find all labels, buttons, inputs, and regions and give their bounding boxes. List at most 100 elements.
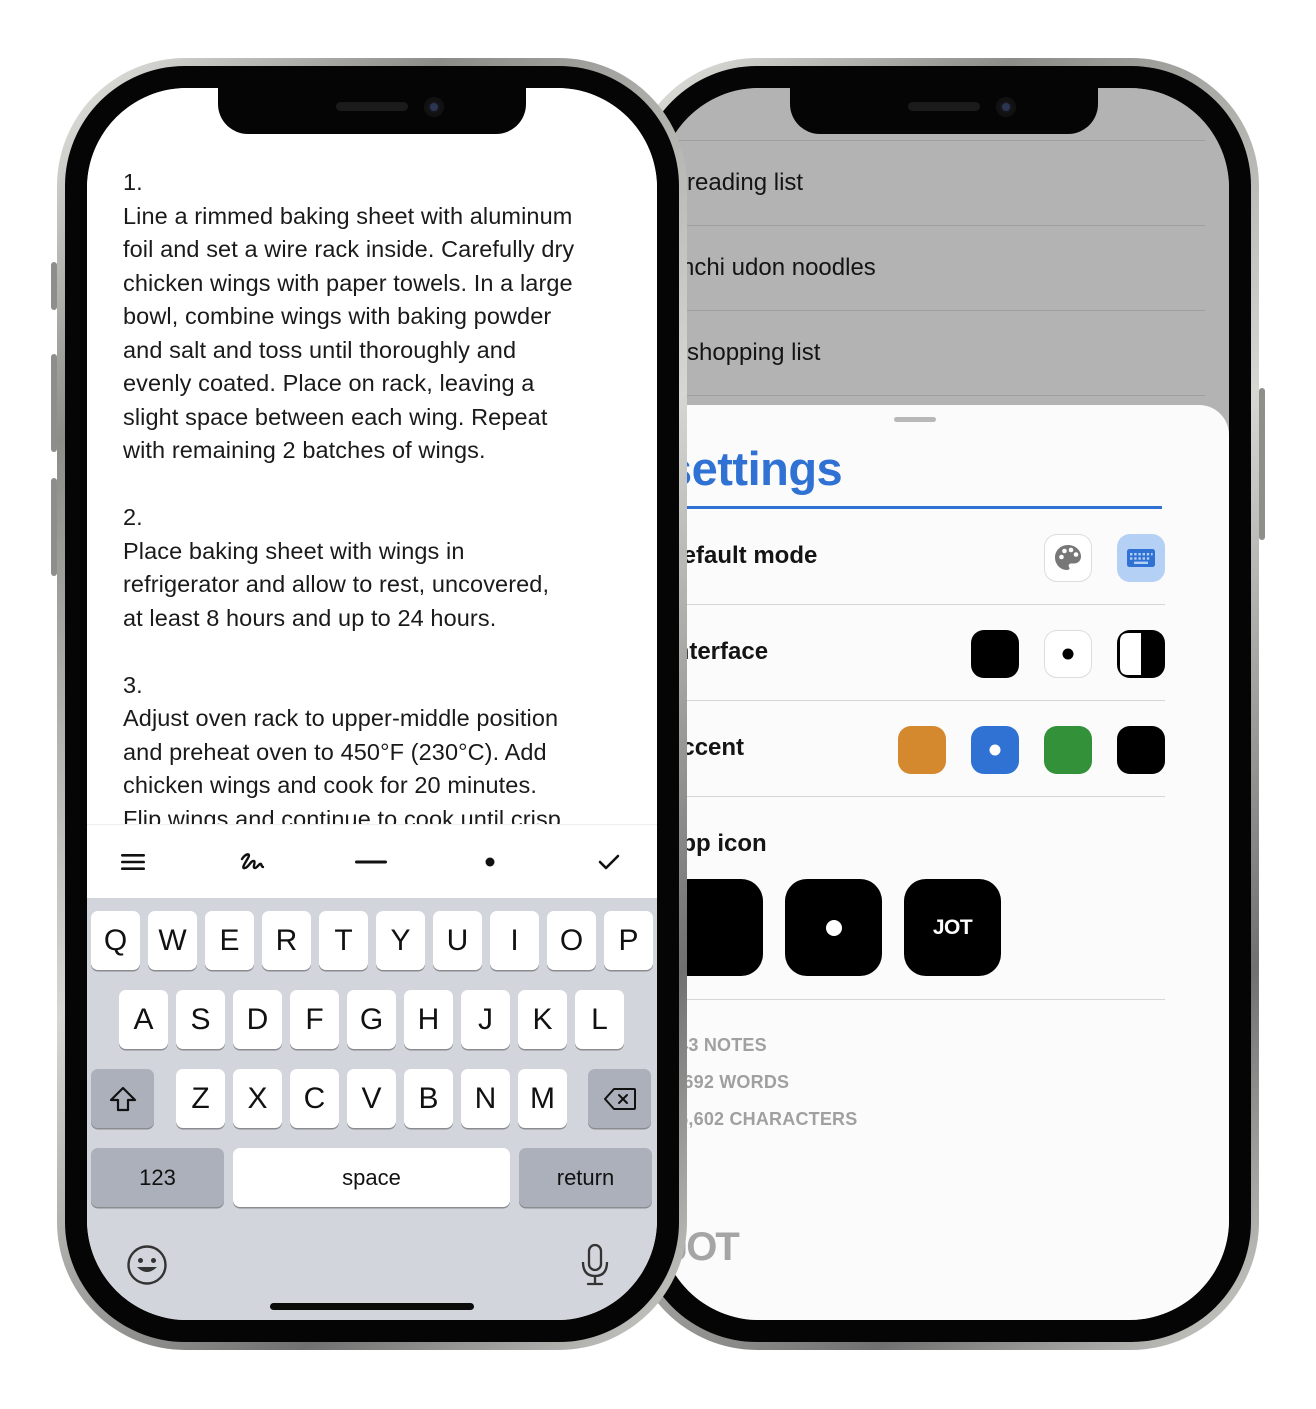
list-item[interactable]: 🛒 shopping list — [659, 311, 1205, 396]
delete-key[interactable] — [588, 1069, 651, 1128]
mute-switch — [51, 262, 57, 310]
list-item[interactable]: kimchi udon noodles — [659, 226, 1205, 311]
shift-icon — [109, 1086, 136, 1111]
key-x[interactable]: X — [233, 1069, 282, 1128]
app-icon-dot[interactable] — [785, 879, 882, 976]
selected-dot-icon — [1062, 648, 1074, 660]
key-o[interactable]: O — [547, 911, 596, 970]
key-u[interactable]: U — [433, 911, 482, 970]
sheet-grabber[interactable] — [894, 417, 936, 422]
space-key[interactable]: space — [233, 1148, 510, 1207]
keyboard-mode-button[interactable] — [1117, 534, 1165, 582]
note-title: reading list — [687, 169, 804, 196]
key-l[interactable]: L — [575, 990, 624, 1049]
default-mode-options — [1044, 534, 1165, 582]
divider — [668, 999, 1165, 1000]
recipe-step: 2. Place baking sheet with wings in refr… — [123, 501, 621, 635]
step-text: Adjust oven rack to upper-middle positio… — [123, 705, 561, 824]
note-editor[interactable]: 1. Line a rimmed baking sheet with alumi… — [87, 88, 657, 824]
key-d[interactable]: D — [233, 990, 282, 1049]
step-number: 3. — [123, 671, 143, 698]
interface-dark-button[interactable] — [971, 630, 1019, 678]
key-q[interactable]: Q — [91, 911, 140, 970]
accent-options — [898, 726, 1165, 774]
power-button — [1259, 388, 1265, 540]
key-f[interactable]: F — [290, 990, 339, 1049]
notch — [790, 88, 1098, 134]
keyboard: Q W E R T Y U I O P A S D F G H J K L Z … — [87, 898, 657, 1320]
list-item[interactable]: 📚 reading list — [659, 141, 1205, 226]
shift-key[interactable] — [91, 1069, 154, 1128]
bullet-icon[interactable] — [466, 838, 514, 886]
accent-black-swatch[interactable] — [1117, 726, 1165, 774]
palette-mode-button[interactable] — [1044, 534, 1092, 582]
volume-down-button — [51, 478, 57, 576]
setting-default-mode: default mode — [668, 509, 1165, 605]
key-r[interactable]: R — [262, 911, 311, 970]
half-contrast-icon — [1120, 633, 1141, 675]
recipe-step: 3. Adjust oven rack to upper-middle posi… — [123, 669, 621, 825]
bezel: 📚 reading list kimchi udon noodles 🛒 sho… — [637, 66, 1251, 1342]
accent-green-swatch[interactable] — [1044, 726, 1092, 774]
interface-options — [971, 630, 1165, 678]
key-c[interactable]: C — [290, 1069, 339, 1128]
list-icon[interactable] — [109, 838, 157, 886]
app-icon-options: JOT — [666, 879, 1001, 976]
step-text: Place baking sheet with wings in refrige… — [123, 537, 550, 631]
key-j[interactable]: J — [461, 990, 510, 1049]
key-s[interactable]: S — [176, 990, 225, 1049]
step-number: 1. — [123, 169, 143, 195]
checkmark-icon[interactable] — [585, 838, 633, 886]
volume-up-button — [51, 354, 57, 452]
wordmark-text: JOT — [932, 915, 973, 939]
settings-sheet: settings default mode interface accent a… — [659, 405, 1229, 1320]
key-m[interactable]: M — [518, 1069, 567, 1128]
note-title: kimchi udon noodles — [659, 254, 876, 281]
phone-settings: 📚 reading list kimchi udon noodles 🛒 sho… — [629, 58, 1265, 1350]
setting-accent: accent — [668, 701, 1165, 797]
interface-auto-button[interactable] — [1117, 630, 1165, 678]
page-title: settings — [666, 442, 843, 495]
screen: 📚 reading list kimchi udon noodles 🛒 sho… — [659, 88, 1229, 1320]
step-number: 2. — [123, 504, 143, 530]
notes-list: 📚 reading list kimchi udon noodles 🛒 sho… — [659, 88, 1229, 448]
handwriting-icon[interactable] — [228, 838, 276, 886]
key-a[interactable]: A — [119, 990, 168, 1049]
key-g[interactable]: G — [347, 990, 396, 1049]
interface-light-button[interactable] — [1044, 630, 1092, 678]
app-icon-wordmark[interactable]: JOT — [904, 879, 1001, 976]
return-key[interactable]: return — [519, 1148, 652, 1207]
key-y[interactable]: Y — [376, 911, 425, 970]
backspace-icon — [603, 1087, 636, 1110]
key-t[interactable]: T — [319, 911, 368, 970]
phone-editor: 1. Line a rimmed baking sheet with alumi… — [51, 58, 687, 1350]
numbers-key[interactable]: 123 — [91, 1148, 224, 1207]
recipe-step: 1. Line a rimmed baking sheet with alumi… — [123, 166, 621, 468]
key-i[interactable]: I — [490, 911, 539, 970]
key-z[interactable]: Z — [176, 1069, 225, 1128]
key-h[interactable]: H — [404, 990, 453, 1049]
setting-interface: interface — [668, 605, 1165, 701]
key-v[interactable]: V — [347, 1069, 396, 1128]
accent-blue-swatch[interactable] — [971, 726, 1019, 774]
key-w[interactable]: W — [148, 911, 197, 970]
screen: 1. Line a rimmed baking sheet with alumi… — [87, 88, 657, 1320]
characters-count: 56,602 CHARACTERS — [668, 1109, 858, 1129]
microphone-icon[interactable] — [577, 1241, 613, 1289]
key-p[interactable]: P — [604, 911, 653, 970]
accent-orange-swatch[interactable] — [898, 726, 946, 774]
editor-toolbar — [87, 824, 657, 898]
divider-icon[interactable] — [347, 838, 395, 886]
key-e[interactable]: E — [205, 911, 254, 970]
setting-label: default mode — [668, 542, 818, 569]
keyboard-icon — [1127, 549, 1155, 567]
dot-icon — [825, 919, 842, 936]
notch — [218, 88, 526, 134]
key-k[interactable]: K — [518, 990, 567, 1049]
selected-dot-icon — [989, 744, 1001, 756]
emoji-icon[interactable] — [125, 1243, 169, 1287]
key-n[interactable]: N — [461, 1069, 510, 1128]
key-b[interactable]: B — [404, 1069, 453, 1128]
home-indicator[interactable] — [270, 1303, 474, 1310]
palette-icon — [1055, 545, 1081, 570]
